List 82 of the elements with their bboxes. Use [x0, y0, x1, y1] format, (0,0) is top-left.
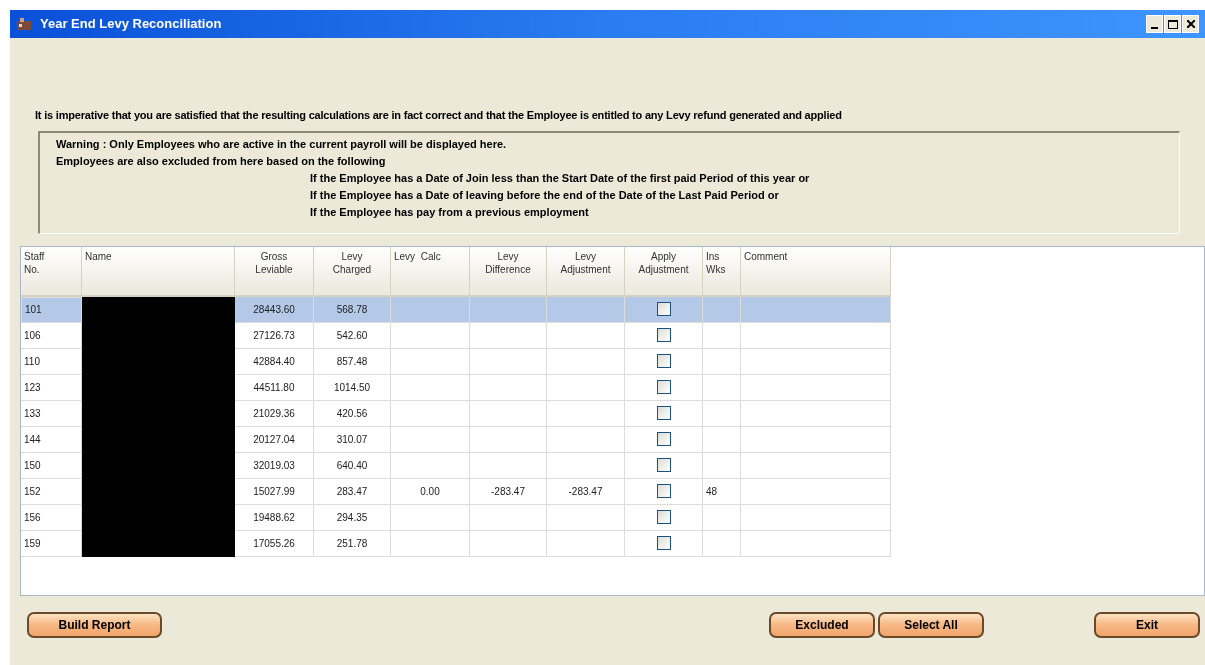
close-icon	[1186, 20, 1195, 28]
column-header[interactable]: Ins Wks	[703, 246, 741, 297]
table-cell-text: 251.78	[336, 536, 368, 551]
column-header[interactable]: Gross Leviable	[235, 246, 314, 297]
table-cell-text: 0.00	[420, 484, 440, 499]
table-cell-text: 159	[24, 536, 41, 551]
condition-text: If the Employee has a Date of leaving before the end of the Date of the Last Paid Period or	[310, 187, 780, 203]
column-header[interactable]: Levy Charged	[314, 246, 391, 297]
column-header[interactable]: Levy Difference	[470, 246, 547, 297]
action-button[interactable]: Build Report	[27, 611, 162, 638]
minimize-icon	[1151, 27, 1158, 29]
column-header[interactable]: Levy Adjustment	[547, 246, 625, 297]
column-header[interactable]: Name	[82, 246, 235, 297]
table-cell-text: 294.35	[336, 510, 368, 525]
checkbox[interactable]	[656, 536, 671, 550]
table-cell-text: 48	[706, 484, 718, 499]
column-header[interactable]: Comment	[741, 246, 891, 297]
action-button[interactable]: Exit	[1094, 611, 1200, 638]
maximize-icon	[1167, 19, 1178, 29]
table-cell-text: 150	[24, 458, 41, 473]
maximize-button[interactable]	[1164, 15, 1181, 33]
table-cell-text: 542.60	[336, 328, 368, 343]
checkbox[interactable]	[656, 328, 671, 342]
column-header[interactable]: Staff No.	[21, 246, 82, 297]
table-cell-text: 310.07	[336, 432, 368, 447]
table-cell-text: -283.47	[491, 484, 525, 499]
warning-text: Employees are also excluded from here based on the following	[56, 153, 387, 169]
checkbox[interactable]	[656, 510, 671, 524]
table-row[interactable]: 110 42884.40 857.48	[21, 348, 890, 375]
table-row[interactable]: 144 20127.04 310.07	[21, 426, 890, 453]
table-cell-text: 21029.36	[253, 406, 295, 421]
column-header[interactable]: Apply Adjustment	[625, 246, 703, 297]
checkbox[interactable]	[656, 484, 671, 498]
condition-text: If the Employee has a Date of Join less than the Start Date of the first paid Period of this year or	[310, 170, 811, 186]
table-row[interactable]: 106 27126.73 542.60	[21, 322, 890, 349]
checkbox[interactable]	[656, 380, 671, 394]
checkbox[interactable]	[656, 354, 671, 368]
table-row[interactable]: 156 19488.62 294.35	[21, 504, 890, 531]
column-header[interactable]: Levy Calc	[391, 246, 470, 297]
table-cell-text: 106	[24, 328, 41, 343]
table-cell-text: 420.56	[336, 406, 368, 421]
table-cell-text: 15027.99	[253, 484, 295, 499]
table-cell-text: 283.47	[336, 484, 368, 499]
table-cell-text: 568.78	[336, 302, 368, 317]
table-cell-text: 110	[24, 354, 40, 369]
table-cell-text: 44511.80	[253, 380, 295, 395]
action-button[interactable]: Select All	[878, 611, 984, 638]
table-cell-text: 32019.03	[253, 458, 295, 473]
minimize-button[interactable]	[1146, 15, 1163, 33]
table-cell-text: 19488.62	[253, 510, 295, 525]
window-title: Year End Levy Reconciliation	[40, 15, 222, 34]
table-cell-text: 42884.40	[253, 354, 295, 369]
table-cell-text: 17055.26	[253, 536, 295, 551]
table-cell-text: 144	[24, 432, 41, 447]
table-cell-text: 640.40	[336, 458, 368, 473]
table-cell-text: 156	[24, 510, 41, 525]
checkbox[interactable]	[656, 458, 671, 472]
table-cell-text: 101	[25, 303, 42, 317]
table-cell-text: 152	[24, 484, 41, 499]
action-button[interactable]: Excluded	[769, 611, 875, 638]
app-icon	[16, 17, 32, 31]
table-cell-text: -283.47	[568, 484, 603, 499]
table-cell-text: 28443.60	[253, 302, 295, 317]
table-cell-text: 20127.04	[253, 432, 295, 447]
table-row[interactable]: 150 32019.03 640.40	[21, 452, 890, 479]
warning-text: Warning : Only Employees who are active in the current payroll will be displayed here.	[56, 136, 508, 152]
table-cell-text: 1014.50	[333, 380, 371, 395]
table-row[interactable]: 152 15027.99 283.47 0.00 -283.47 -283.47 48	[21, 478, 890, 505]
notice-text: It is imperative that you are satisfied that the resulting calculations are in fact correct and that the Employee is entitled to any Levy refund generated and applied	[35, 108, 843, 123]
close-button[interactable]	[1182, 15, 1199, 33]
checkbox[interactable]	[656, 406, 671, 420]
table-row[interactable]: 123 44511.80 1014.50	[21, 374, 890, 401]
table-row[interactable]: 133 21029.36 420.56	[21, 400, 890, 427]
table-row[interactable]: 101 28443.60 568.78	[21, 296, 890, 323]
table-cell-text: 857.48	[336, 354, 368, 369]
checkbox[interactable]	[656, 302, 671, 316]
table-cell-text: 27126.73	[253, 328, 295, 343]
table-cell-text: 123	[24, 380, 41, 395]
checkbox[interactable]	[656, 432, 671, 446]
table-cell-text: 133	[24, 406, 41, 421]
table-row[interactable]: 159 17055.26 251.78	[21, 530, 890, 557]
condition-text: If the Employee has pay from a previous employment	[310, 204, 590, 220]
